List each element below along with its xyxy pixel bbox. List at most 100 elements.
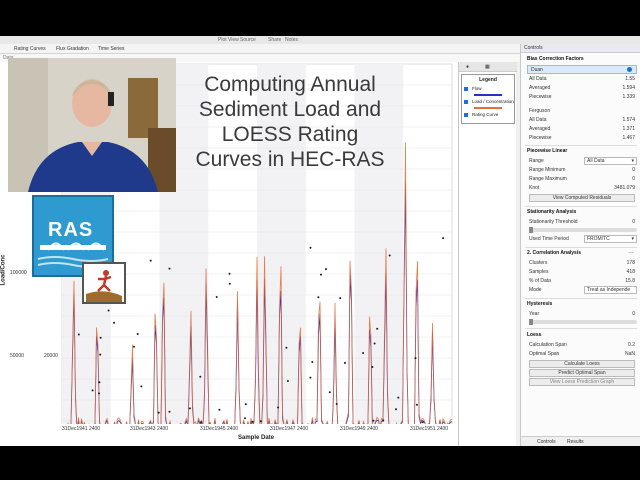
view-loess-graph-button[interactable]: View Loess Prediction Graph: [529, 378, 635, 386]
tab-rating-curves[interactable]: Rating Curves: [14, 46, 46, 52]
range-min-row[interactable]: Range Minimum 0: [529, 166, 637, 174]
chevron-down-icon: ▾: [631, 158, 634, 164]
tab-bar: Rating Curves Flux Gradation Time Series: [0, 44, 520, 54]
rating-point: [372, 419, 375, 422]
rating-point: [309, 376, 312, 379]
rating-point: [373, 342, 376, 345]
x-tick-label: 31Dec1951 2400: [410, 426, 449, 432]
webcam-overlay: [8, 58, 176, 192]
x-tick-label: 31Dec1943 2400: [130, 426, 169, 432]
rating-point: [244, 417, 246, 420]
duan-avg-row: Averaged 1.594: [529, 85, 635, 91]
rating-point: [362, 352, 365, 354]
palette-icon[interactable]: ●: [466, 64, 473, 70]
duan-all-row: All Data 1.55: [529, 76, 635, 82]
bottom-tabs: Controls Results: [521, 436, 640, 446]
year-row[interactable]: Year 0: [529, 310, 637, 318]
rating-point: [99, 353, 102, 356]
mode-select[interactable]: Treat as Independe: [584, 286, 637, 294]
title-line: Curves in HEC-RAS: [195, 148, 385, 171]
title-line: Computing Annual: [204, 73, 376, 96]
controls-header: Controls: [521, 44, 640, 53]
loess-section-title: Loess: [527, 332, 542, 338]
rating-point: [157, 411, 160, 414]
title-item[interactable]: Source: [240, 37, 256, 43]
more-icon[interactable]: …: [628, 249, 634, 255]
y-tick-label: 50000: [10, 353, 24, 359]
legend-swatch-flow: [474, 94, 502, 96]
rating-point: [309, 246, 312, 249]
legend-item-rating[interactable]: Rating Curve: [464, 112, 498, 117]
rating-point: [107, 309, 110, 312]
checkbox-icon[interactable]: [464, 99, 468, 104]
rating-point: [168, 410, 171, 413]
rating-point: [382, 419, 385, 422]
x-tick-label: 31Dec1947 2400: [270, 426, 309, 432]
rating-point: [311, 361, 314, 363]
knot-row[interactable]: Knot 3481.079: [529, 184, 637, 192]
calc-span-row[interactable]: Calculation Span 0.2: [529, 341, 637, 349]
rating-point: [113, 321, 116, 324]
period-select[interactable]: FROM/TC ▾: [584, 235, 637, 243]
ferguson-option[interactable]: Ferguson: [529, 107, 637, 115]
year-slider[interactable]: [529, 319, 637, 325]
range-max-row[interactable]: Range Maximum 0: [529, 175, 637, 183]
rating-point: [244, 403, 247, 406]
tab-time-series[interactable]: Time Series: [98, 46, 125, 52]
legend-item-flow[interactable]: Flow: [464, 86, 482, 91]
rating-point: [200, 421, 203, 424]
y-axis-title: Load/Conc: [0, 254, 7, 286]
controls-panel: Controls Bias Correction Factors Duan Al…: [520, 44, 640, 446]
threshold-slider[interactable]: [529, 227, 637, 233]
divider: [525, 247, 637, 248]
presenter-image: [8, 58, 176, 192]
rating-point: [328, 391, 331, 394]
title-strip: Plot View Source Share Notes: [0, 36, 640, 44]
checkbox-icon[interactable]: [464, 112, 468, 117]
rating-point: [91, 389, 94, 392]
legend-item-load[interactable]: Load / Concentration: [464, 99, 514, 104]
rating-point: [149, 259, 152, 262]
legend-panel: ● ▦ Legend Flow Load / Concentration Rat…: [458, 62, 517, 446]
x-tick-label: 31Dec1945 2400: [200, 426, 239, 432]
duan-option[interactable]: Duan: [527, 65, 637, 74]
slider-knob[interactable]: [529, 227, 533, 233]
x-tick-label: 31Dec1941 2400: [62, 426, 101, 432]
title-item[interactable]: Plot View: [218, 37, 239, 43]
rating-point: [168, 267, 171, 270]
legend: Legend Flow Load / Concentration Rating …: [461, 74, 515, 124]
rating-point: [259, 420, 262, 423]
legend-swatch-load: [474, 107, 502, 109]
mode-row: Mode Treat as Independe: [529, 286, 637, 294]
title-item[interactable]: Notes: [285, 37, 298, 43]
legend-title: Legend: [479, 77, 497, 83]
rating-point: [133, 345, 135, 348]
tab-controls[interactable]: Controls: [537, 439, 556, 445]
grid-icon[interactable]: ▦: [485, 64, 492, 70]
rating-point: [339, 297, 342, 300]
rating-point: [286, 380, 289, 382]
view-residuals-button[interactable]: View Computed Residuals: [529, 194, 635, 202]
slider-knob[interactable]: [529, 319, 533, 325]
rating-point: [228, 282, 231, 285]
ferg-piece-row: Piecewise 1.467: [529, 135, 635, 141]
radio-selected-icon[interactable]: [627, 67, 632, 72]
range-select[interactable]: All Data ▾: [584, 157, 637, 165]
clusters-row: Clusters 178: [529, 260, 635, 266]
rating-point: [77, 333, 80, 336]
rating-point: [277, 406, 280, 409]
tab-results[interactable]: Results: [567, 439, 584, 445]
title-line: LOESS Rating: [221, 123, 359, 146]
predict-span-button[interactable]: Predict Optimal Span: [529, 369, 635, 377]
threshold-row[interactable]: Stationarity Threshold 0: [529, 218, 637, 226]
divider: [525, 328, 637, 329]
rating-point: [371, 366, 374, 368]
rating-point: [343, 361, 346, 364]
title-item[interactable]: Share: [268, 37, 281, 43]
duan-piece-row: Piecewise 1.339: [529, 94, 635, 100]
rating-point: [140, 385, 143, 388]
calculate-loess-button[interactable]: Calculate Loess: [529, 360, 635, 368]
checkbox-icon[interactable]: [464, 86, 468, 91]
piecewise-section-title: Piecewise Linear: [527, 148, 568, 154]
tab-flux-gradation[interactable]: Flux Gradation: [56, 46, 89, 52]
